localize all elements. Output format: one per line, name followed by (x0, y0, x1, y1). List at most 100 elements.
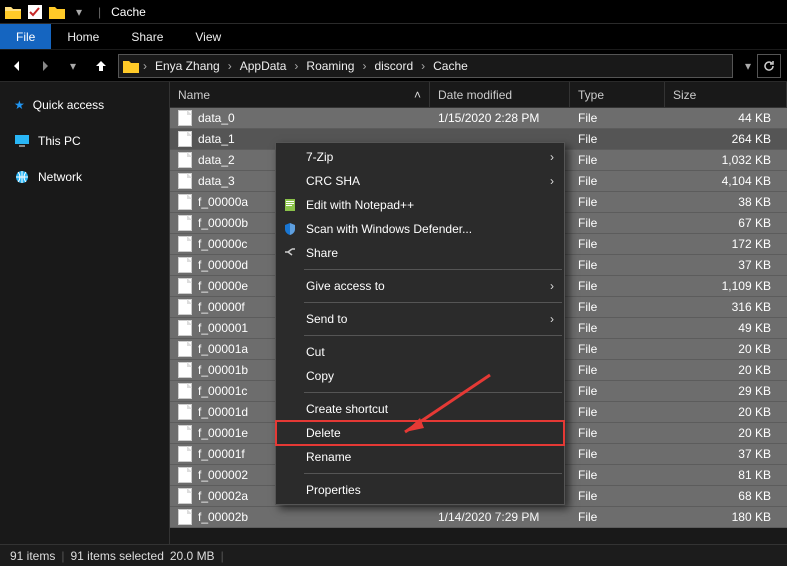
file-icon (178, 236, 192, 252)
file-type: File (570, 426, 665, 440)
file-type: File (570, 237, 665, 251)
cm-item-delete[interactable]: Delete (276, 421, 564, 445)
file-icon (178, 341, 192, 357)
dropdown-chevron-icon[interactable]: ▾ (70, 3, 88, 21)
monitor-icon (14, 134, 30, 148)
cm-item-notepad[interactable]: Edit with Notepad++ (276, 193, 564, 217)
status-items: 91 items (10, 549, 55, 563)
cm-item-rename[interactable]: Rename (276, 445, 564, 469)
file-type: File (570, 363, 665, 377)
file-icon (178, 446, 192, 462)
column-header-type[interactable]: Type (570, 82, 665, 107)
folder-icon (123, 59, 139, 73)
file-name: f_00002b (198, 510, 248, 524)
file-name: f_00000a (198, 195, 248, 209)
file-icon (178, 404, 192, 420)
recent-dropdown[interactable]: ▾ (62, 55, 84, 77)
sidebar-item-quick-access[interactable]: ★ Quick access (0, 92, 169, 118)
network-icon (14, 170, 30, 184)
titlebar-separator: | (98, 5, 101, 19)
file-type: File (570, 384, 665, 398)
star-icon: ★ (14, 98, 25, 112)
ribbon-tab-file[interactable]: File (0, 24, 51, 49)
file-size: 29 KB (665, 384, 787, 398)
file-icon (178, 215, 192, 231)
cm-item-give-access[interactable]: Give access to › (276, 274, 564, 298)
file-icon (178, 383, 192, 399)
table-row[interactable]: f_00002b1/14/2020 7:29 PMFile180 KB (170, 507, 787, 528)
file-type: File (570, 132, 665, 146)
forward-button[interactable] (34, 55, 56, 77)
chevron-right-icon[interactable]: › (228, 59, 232, 73)
checklist-icon (26, 3, 44, 21)
file-size: 180 KB (665, 510, 787, 524)
cm-item-properties[interactable]: Properties (276, 478, 564, 502)
sidebar-item-network[interactable]: Network (0, 164, 169, 190)
refresh-button[interactable] (757, 54, 781, 78)
cm-separator (304, 269, 562, 270)
crumb[interactable]: AppData (236, 59, 291, 73)
cm-label: Cut (306, 345, 325, 359)
cm-label: Delete (306, 426, 341, 440)
table-row[interactable]: data_01/15/2020 2:28 PMFile44 KB (170, 108, 787, 129)
status-size: 20.0 MB (170, 549, 215, 563)
cm-item-share[interactable]: Share (276, 241, 564, 265)
file-name: f_00001b (198, 363, 248, 377)
file-icon (178, 152, 192, 168)
breadcrumb[interactable]: › Enya Zhang › AppData › Roaming › disco… (118, 54, 733, 78)
folder-icon (4, 3, 22, 21)
column-header-name[interactable]: Name ˄ (170, 82, 430, 107)
back-button[interactable] (6, 55, 28, 77)
sidebar-item-this-pc[interactable]: This PC (0, 128, 169, 154)
chevron-right-icon[interactable]: › (421, 59, 425, 73)
chevron-right-icon[interactable]: › (362, 59, 366, 73)
crumb[interactable]: Cache (429, 59, 472, 73)
column-header-date[interactable]: Date modified (430, 82, 570, 107)
statusbar: 91 items | 91 items selected 20.0 MB | (0, 544, 787, 566)
up-button[interactable] (90, 55, 112, 77)
file-date: 1/15/2020 2:28 PM (430, 111, 570, 125)
file-icon (178, 194, 192, 210)
file-name: f_00001c (198, 384, 247, 398)
cm-item-defender[interactable]: Scan with Windows Defender... (276, 217, 564, 241)
ribbon-tab-view[interactable]: View (179, 24, 237, 49)
cm-item-send-to[interactable]: Send to › (276, 307, 564, 331)
file-size: 1,109 KB (665, 279, 787, 293)
chevron-right-icon[interactable]: › (294, 59, 298, 73)
file-icon (178, 425, 192, 441)
file-icon (178, 257, 192, 273)
ribbon-tab-share[interactable]: Share (115, 24, 179, 49)
file-name: data_2 (198, 153, 235, 167)
crumb[interactable]: Roaming (302, 59, 358, 73)
crumb[interactable]: Enya Zhang (151, 59, 224, 73)
cm-separator (304, 335, 562, 336)
cm-label: Rename (306, 450, 351, 464)
status-separator: | (221, 549, 224, 563)
file-size: 172 KB (665, 237, 787, 251)
file-name: f_000001 (198, 321, 248, 335)
ribbon-tab-home[interactable]: Home (51, 24, 115, 49)
file-size: 38 KB (665, 195, 787, 209)
cm-item-copy[interactable]: Copy (276, 364, 564, 388)
file-icon (178, 362, 192, 378)
cm-separator (304, 302, 562, 303)
file-icon (178, 278, 192, 294)
cm-item-crcsha[interactable]: CRC SHA › (276, 169, 564, 193)
file-size: 81 KB (665, 468, 787, 482)
chevron-right-icon: › (550, 279, 554, 293)
cm-item-7zip[interactable]: 7-Zip › (276, 145, 564, 169)
share-icon (282, 245, 298, 261)
cm-label: Properties (306, 483, 361, 497)
crumb[interactable]: discord (370, 59, 417, 73)
file-type: File (570, 405, 665, 419)
cm-item-cut[interactable]: Cut (276, 340, 564, 364)
sidebar-item-label: Quick access (33, 98, 104, 112)
sidebar: ★ Quick access This PC Network (0, 82, 170, 544)
column-header-label: Type (578, 88, 604, 102)
file-icon (178, 173, 192, 189)
column-header-size[interactable]: Size (665, 82, 787, 107)
chevron-right-icon[interactable]: › (143, 59, 147, 73)
folder-icon-2 (48, 3, 66, 21)
breadcrumb-dropdown-icon[interactable]: ▾ (745, 59, 751, 73)
cm-item-create-shortcut[interactable]: Create shortcut (276, 397, 564, 421)
